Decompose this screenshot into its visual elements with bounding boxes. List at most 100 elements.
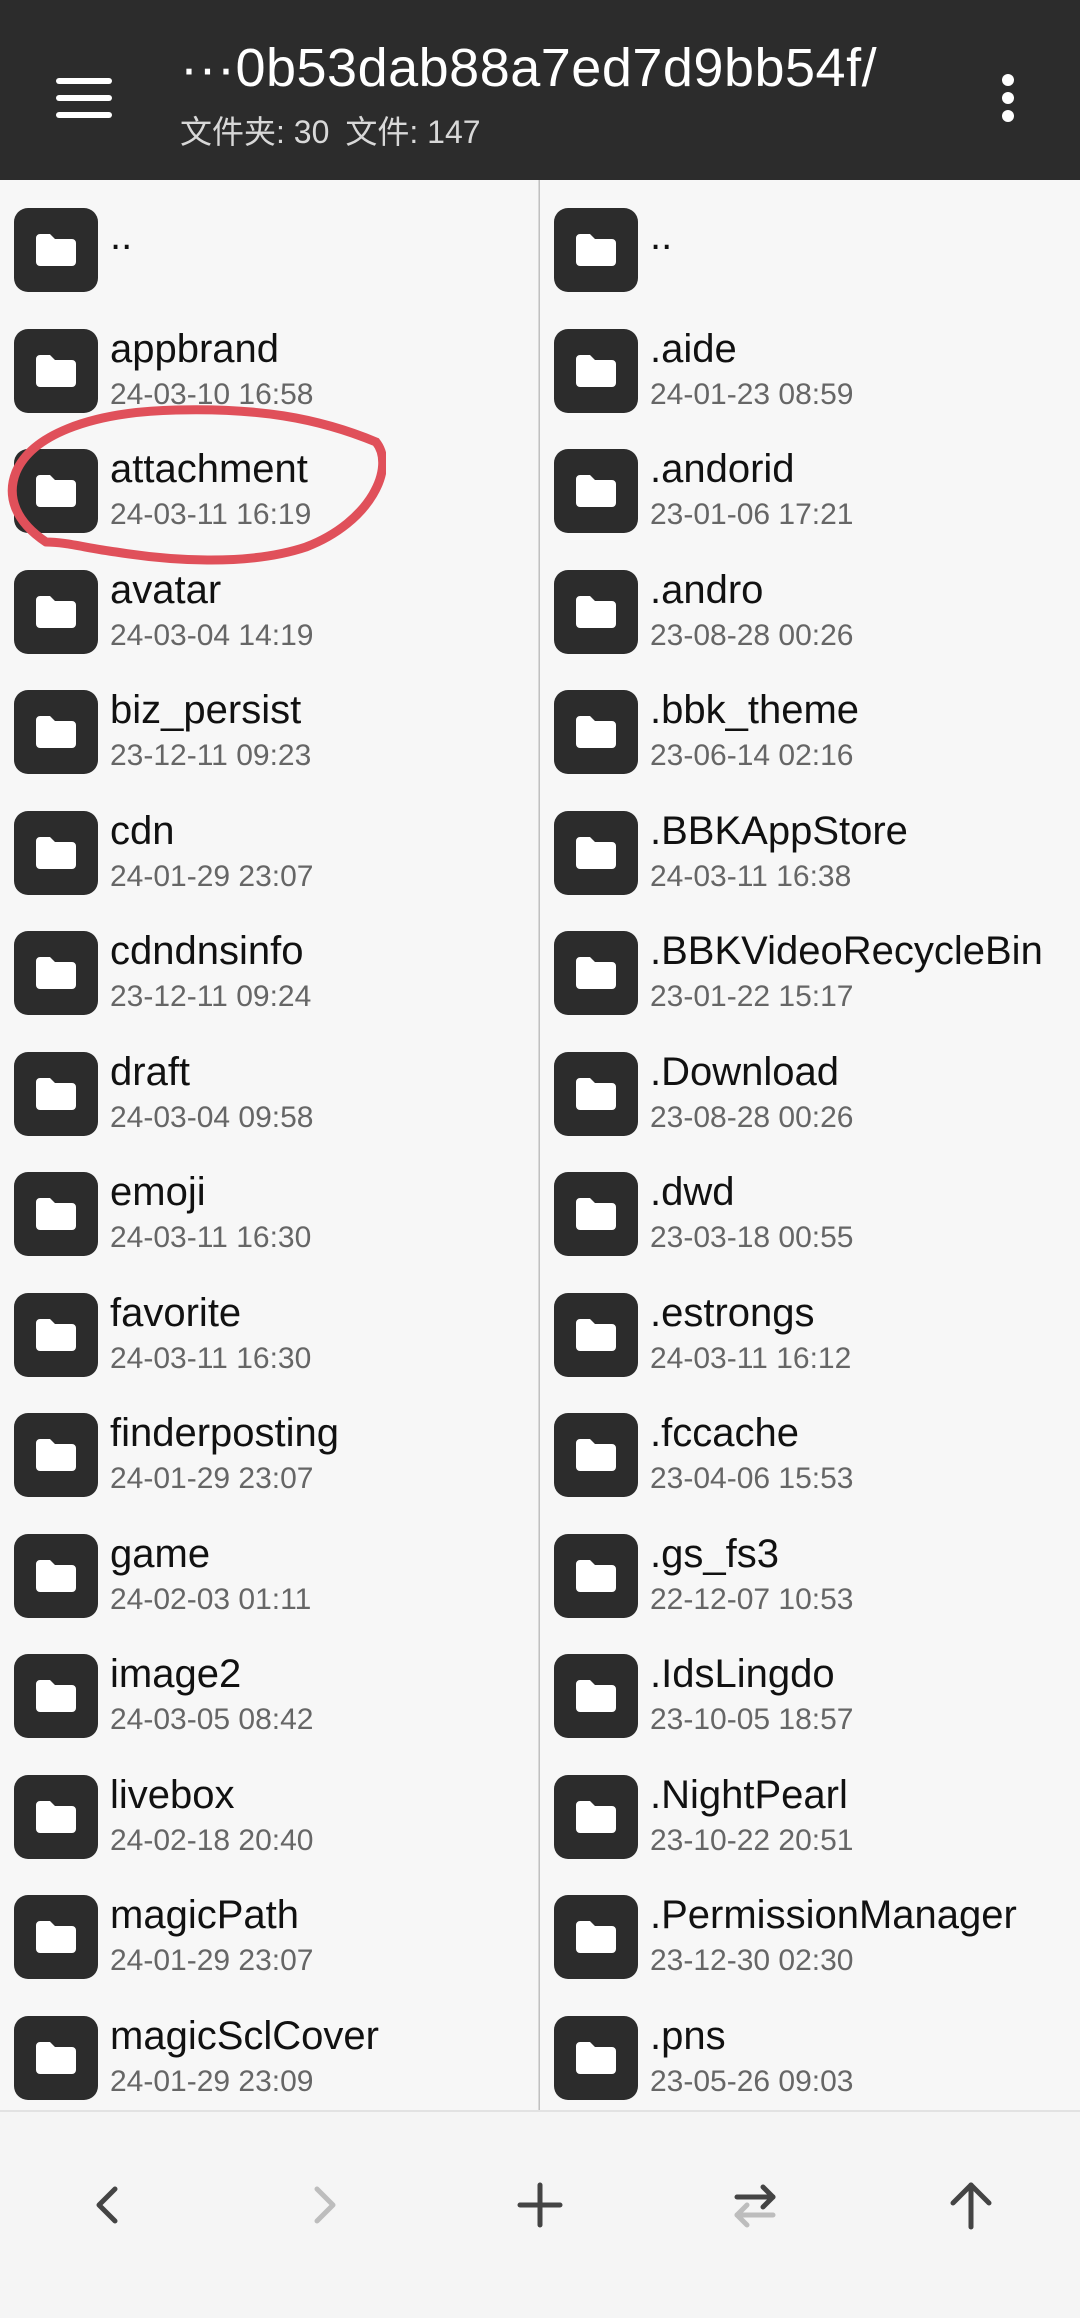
folder-icon — [554, 569, 638, 654]
folder-row[interactable]: appbrand 24-03-10 16:58 — [0, 311, 540, 431]
parent-directory-row[interactable]: .. — [540, 190, 1080, 310]
folder-name: .dwd — [650, 1170, 735, 1214]
folder-icon — [14, 1172, 98, 1256]
folder-row[interactable]: attachment 24-03-11 16:19 — [0, 431, 540, 551]
folder-icon — [14, 2015, 98, 2100]
folder-row[interactable]: .bbk_theme 23-06-14 02:16 — [540, 672, 1080, 792]
folder-modified-date: 23-08-28 00:26 — [650, 1100, 854, 1134]
folder-icon — [14, 1533, 98, 1618]
folder-icon — [14, 1895, 98, 1979]
folder-row[interactable]: .estrongs 24-03-11 16:12 — [540, 1275, 1080, 1395]
folder-modified-date: 24-01-23 08:59 — [650, 377, 854, 411]
folder-name: .IdsLingdo — [650, 1652, 835, 1696]
folder-row[interactable]: .andro 23-08-28 00:26 — [540, 552, 1080, 672]
folder-name: .andorid — [650, 447, 795, 491]
forward-icon[interactable] — [280, 2160, 370, 2250]
bottom-toolbar — [0, 2110, 1080, 2318]
folder-modified-date: 23-05-26 09:03 — [650, 2064, 854, 2098]
folder-modified-date: 24-03-11 16:12 — [650, 1341, 852, 1375]
folder-row[interactable]: .aide 24-01-23 08:59 — [540, 311, 1080, 431]
folder-name: appbrand — [110, 326, 280, 371]
folder-row[interactable]: .BBKVideoRecycleBin 23-01-22 15:17 — [540, 913, 1080, 1033]
folder-icon — [14, 208, 98, 292]
folder-row[interactable]: .andorid 23-01-06 17:21 — [540, 431, 1080, 551]
folder-icon — [14, 931, 98, 1015]
folder-modified-date: 22-12-07 10:53 — [650, 1582, 854, 1616]
folder-icon — [14, 1292, 98, 1377]
folder-name: favorite — [110, 1290, 242, 1335]
right-file-pane[interactable]: .. .aide 24-01-23 08:59 .andorid 23-01-06 17… — [540, 180, 1080, 2110]
folder-icon — [554, 1051, 638, 1136]
folder-modified-date: 24-03-04 09:58 — [110, 1100, 314, 1134]
folder-row[interactable]: cdndnsinfo 23-12-11 09:24 — [0, 913, 540, 1033]
back-icon[interactable] — [62, 2160, 152, 2250]
current-path: ···0b53dab88a7ed7d9bb54f/ — [180, 38, 878, 98]
folder-row[interactable]: favorite 24-03-11 16:30 — [0, 1275, 540, 1395]
folder-row[interactable]: .Download 23-08-28 00:26 — [540, 1034, 1080, 1154]
more-options-icon[interactable] — [990, 68, 1026, 128]
folder-name: .Download — [650, 1049, 840, 1094]
folder-modified-date: 23-03-18 00:55 — [650, 1221, 854, 1254]
folder-row[interactable]: magicSclCover 24-01-29 23:09 — [0, 1998, 540, 2111]
folder-icon — [554, 1533, 638, 1618]
folder-row[interactable]: draft 24-03-04 09:58 — [0, 1034, 540, 1154]
folder-row[interactable]: .dwd 23-03-18 00:55 — [540, 1154, 1080, 1274]
folder-icon — [14, 569, 98, 654]
folder-modified-date: 23-04-06 15:53 — [650, 1462, 854, 1495]
folder-name: biz_persist — [110, 688, 302, 732]
folder-row[interactable]: biz_persist 23-12-11 09:23 — [0, 672, 540, 792]
folder-icon — [554, 931, 638, 1015]
folder-row[interactable]: image2 24-03-05 08:42 — [0, 1636, 540, 1756]
folder-icon — [554, 1774, 638, 1859]
folder-row[interactable]: .BBKAppStore 24-03-11 16:38 — [540, 793, 1080, 913]
folder-modified-date: 24-01-29 23:07 — [110, 859, 314, 893]
folder-name: .BBKAppStore — [650, 808, 908, 853]
folder-row[interactable]: magicPath 24-01-29 23:07 — [0, 1877, 540, 1997]
folder-icon — [554, 1895, 638, 1979]
swap-panes-icon[interactable] — [710, 2160, 800, 2250]
folder-modified-date: 23-01-06 17:21 — [650, 498, 854, 531]
folder-row[interactable]: .IdsLingdo 23-10-05 18:57 — [540, 1636, 1080, 1756]
folder-row[interactable]: game 24-02-03 01:11 — [0, 1516, 540, 1636]
folder-modified-date: 24-03-11 16:30 — [110, 1341, 312, 1375]
folder-row[interactable]: finderposting 24-01-29 23:07 — [0, 1395, 540, 1515]
folder-modified-date: 24-03-10 16:58 — [110, 377, 314, 411]
folder-row[interactable]: cdn 24-01-29 23:07 — [0, 793, 540, 913]
folder-name: avatar — [110, 567, 222, 612]
folder-icon — [14, 1774, 98, 1859]
parent-directory-row[interactable]: .. — [0, 190, 540, 310]
folder-name: .bbk_theme — [650, 688, 860, 732]
folder-icon — [14, 1051, 98, 1136]
folder-modified-date: 23-01-22 15:17 — [650, 980, 854, 1013]
folder-name: magicSclCover — [110, 2013, 379, 2058]
folder-name: attachment — [110, 447, 308, 491]
folder-row[interactable]: livebox 24-02-18 20:40 — [0, 1757, 540, 1877]
folder-row[interactable]: .fccache 23-04-06 15:53 — [540, 1395, 1080, 1515]
folder-name: cdndnsinfo — [110, 929, 304, 973]
folder-row[interactable]: .NightPearl 23-10-22 20:51 — [540, 1757, 1080, 1877]
add-icon[interactable] — [495, 2160, 585, 2250]
folder-row[interactable]: .pns 23-05-26 09:03 — [540, 1998, 1080, 2111]
menu-icon[interactable] — [48, 66, 120, 126]
folder-name: emoji — [110, 1170, 206, 1214]
file-count: 文件: 147 — [345, 114, 481, 150]
folder-name: .estrongs — [650, 1290, 815, 1335]
folder-row[interactable]: emoji 24-03-11 16:30 — [0, 1154, 540, 1274]
folder-count: 文件夹: 30 — [180, 114, 330, 150]
folder-name: draft — [110, 1049, 191, 1094]
folder-name: livebox — [110, 1772, 235, 1817]
folder-row[interactable]: .PermissionManager 23-12-30 02:30 — [540, 1877, 1080, 1997]
folder-icon — [554, 1413, 638, 1497]
folder-name: .fccache — [650, 1411, 799, 1455]
app-bar: ···0b53dab88a7ed7d9bb54f/ 文件夹: 30 文件: 147 — [0, 0, 1080, 180]
folder-name: .. — [110, 214, 133, 258]
folder-icon — [554, 2015, 638, 2100]
left-file-pane[interactable]: .. appbrand 24-03-10 16:58 attachment 24-03-… — [0, 180, 540, 2110]
folder-modified-date: 23-10-22 20:51 — [650, 1823, 854, 1857]
up-directory-icon[interactable] — [926, 2160, 1016, 2250]
folder-file-counts: 文件夹: 30 文件: 147 — [180, 112, 497, 152]
folder-row[interactable]: avatar 24-03-04 14:19 — [0, 552, 540, 672]
folder-name: .NightPearl — [650, 1772, 848, 1817]
folder-row[interactable]: .gs_fs3 22-12-07 10:53 — [540, 1516, 1080, 1636]
folder-icon — [554, 208, 638, 292]
